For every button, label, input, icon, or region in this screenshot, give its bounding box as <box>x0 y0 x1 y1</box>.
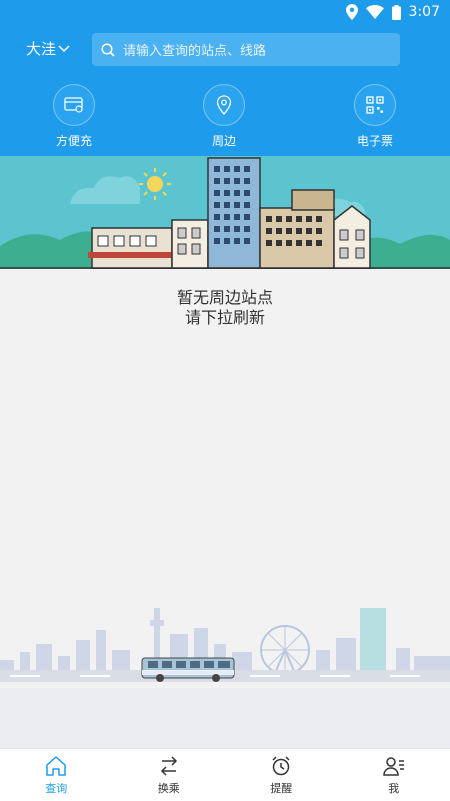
quick-action-label: 电子票 <box>357 134 393 148</box>
tab-reminder[interactable]: 提醒 <box>225 749 338 801</box>
tab-profile[interactable]: 我 <box>338 749 450 801</box>
quick-action-eticket[interactable]: 电子票 <box>325 84 425 149</box>
chevron-down-icon <box>58 45 70 53</box>
skyline-bus-illustration <box>0 600 450 748</box>
battery-icon <box>392 5 401 20</box>
bottom-tab-bar: 查询 换乘 提醒 我 <box>0 748 450 801</box>
empty-state-hint: 请下拉刷新 <box>0 308 450 328</box>
quick-action-label: 方便充 <box>56 134 92 148</box>
quick-action-nearby[interactable]: 周边 <box>174 84 274 149</box>
search-icon <box>101 43 115 57</box>
search-placeholder: 请输入查询的站点、线路 <box>123 40 266 59</box>
city-selector[interactable]: 大洼 <box>26 38 70 59</box>
empty-state-title: 暂无周边站点 <box>0 288 450 308</box>
quick-action-recharge[interactable]: 方便充 <box>24 84 124 149</box>
empty-state: 暂无周边站点 请下拉刷新 <box>0 288 450 328</box>
search-input[interactable]: 请输入查询的站点、线路 <box>92 33 400 66</box>
qrcode-icon <box>354 84 396 126</box>
transfer-icon <box>158 755 180 777</box>
card-icon <box>53 84 95 126</box>
status-time: 3:07 <box>409 4 440 20</box>
tab-transfer[interactable]: 换乘 <box>113 749 226 801</box>
location-icon <box>203 84 245 126</box>
header: 大洼 请输入查询的站点、线路 方便充 周边 <box>0 24 450 156</box>
city-name: 大洼 <box>26 38 56 59</box>
tab-query[interactable]: 查询 <box>0 749 113 801</box>
tab-label: 查询 <box>45 780 67 796</box>
home-icon <box>45 755 67 777</box>
tab-label: 提醒 <box>270 780 292 796</box>
status-bar: 3:07 <box>0 0 450 24</box>
tab-label: 我 <box>388 780 399 796</box>
quick-action-label: 周边 <box>212 134 236 148</box>
city-banner-illustration <box>0 156 450 269</box>
alarm-icon <box>270 755 292 777</box>
wifi-icon <box>366 5 384 19</box>
tab-label: 换乘 <box>158 780 180 796</box>
location-pin-icon <box>346 4 358 20</box>
profile-icon <box>383 755 405 777</box>
